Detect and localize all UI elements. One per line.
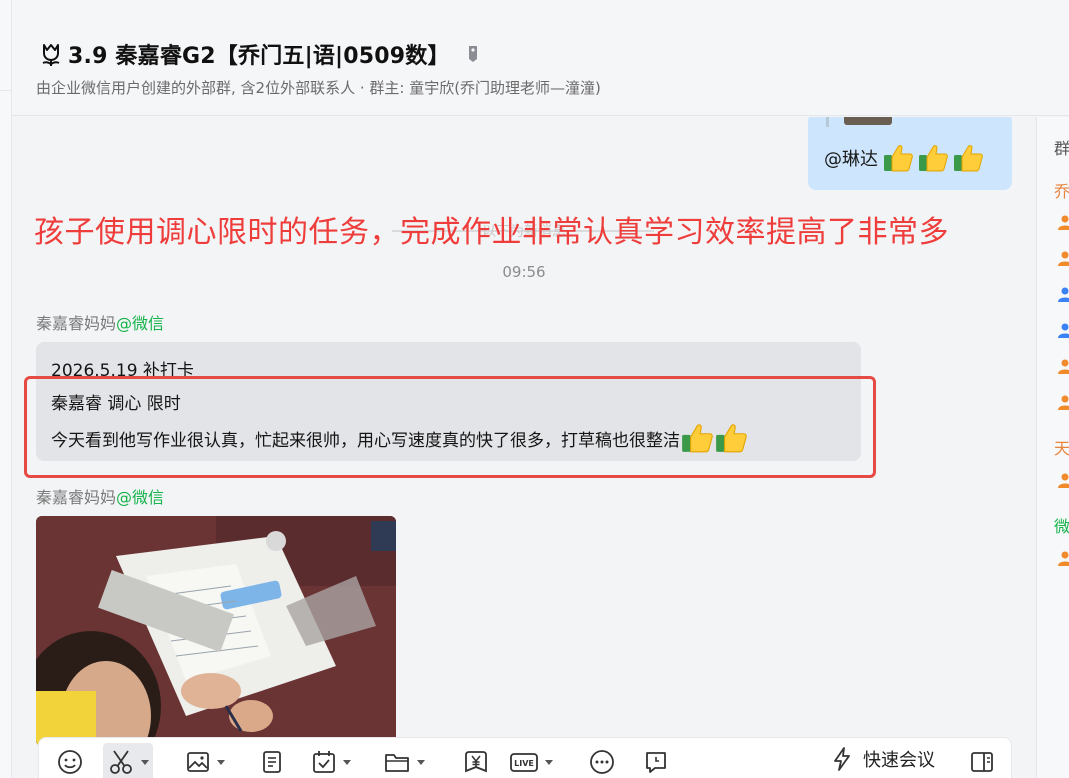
image-button[interactable]	[185, 743, 225, 778]
person-icon[interactable]	[1057, 214, 1069, 230]
chevron-down-icon[interactable]	[217, 759, 225, 765]
sender-name: 秦嘉睿妈妈	[36, 314, 117, 333]
member-panel-title: 群	[1054, 139, 1069, 158]
chevron-down-icon[interactable]	[545, 759, 553, 765]
chevron-down-icon[interactable]	[417, 759, 425, 765]
message-list[interactable]: @琳达 以下为新消息 孩子使用调心限时的任务，完成作业非常认真学习效率提高了非常…	[12, 117, 1036, 778]
person-icon[interactable]	[1057, 322, 1069, 338]
message-photo[interactable]	[36, 516, 396, 746]
red-packet-button[interactable]	[463, 743, 489, 778]
quote-bar	[826, 117, 829, 127]
chat-header: 3.9 秦嘉睿G2【乔门五|语|0509数】 由企业微信用户创建的外部群, 含2…	[12, 0, 1069, 116]
scissors-icon	[110, 750, 132, 774]
side-panel-toggle-button[interactable]	[969, 743, 995, 778]
member-group-label: 天	[1054, 439, 1069, 458]
chat-subtitle: 由企业微信用户创建的外部群, 含2位外部联系人 · 群主: 童宇欣(乔门助理老师…	[36, 79, 601, 97]
person-icon[interactable]	[1057, 394, 1069, 410]
chevron-down-icon[interactable]	[343, 759, 351, 765]
tulip-icon	[36, 39, 66, 69]
sender-name: 秦嘉睿妈妈	[36, 488, 117, 507]
emoji-button[interactable]	[57, 743, 83, 778]
quoted-image-thumbnail[interactable]	[844, 117, 892, 125]
clock-chat-icon	[646, 752, 666, 773]
svg-text:LIVE: LIVE	[514, 759, 534, 768]
left-sidebar-edge	[0, 0, 12, 778]
thumbs-up-icon	[919, 145, 948, 172]
member-group-label: 乔	[1054, 182, 1069, 201]
schedule-button[interactable]	[643, 743, 669, 778]
calendar-check-icon	[313, 751, 335, 773]
chat-title: 3.9 秦嘉睿G2【乔门五|语|0509数】	[68, 44, 450, 69]
quick-meeting-label: 快速会议	[863, 750, 935, 771]
quick-meeting-button[interactable]: 快速会议	[829, 746, 935, 772]
live-button[interactable]: LIVE	[509, 743, 553, 778]
screenshot-button[interactable]	[103, 743, 153, 778]
calendar-button[interactable]	[311, 743, 351, 778]
message-sender[interactable]: 秦嘉睿妈妈@微信	[36, 310, 164, 334]
document-icon	[263, 751, 281, 773]
folder-button[interactable]	[383, 743, 425, 778]
input-toolbar: LIVE 快速会议	[38, 737, 1012, 778]
sender-source: @微信	[116, 314, 165, 333]
member-group-label: 微	[1054, 517, 1069, 536]
folder-icon	[385, 754, 409, 772]
yuan-icon	[465, 751, 487, 773]
live-icon: LIVE	[510, 753, 538, 772]
person-icon[interactable]	[1057, 358, 1069, 374]
red-highlight-box	[24, 376, 876, 478]
sender-source: @微信	[116, 488, 165, 507]
tag-icon[interactable]	[464, 45, 482, 63]
emoji-icon	[58, 750, 82, 774]
message-sender[interactable]: 秦嘉睿妈妈@微信	[36, 484, 164, 508]
self-message-bubble[interactable]: @琳达	[808, 117, 1012, 190]
self-message-text: @琳达	[824, 143, 987, 173]
lightning-icon	[834, 747, 850, 771]
message-timestamp: 09:56	[502, 263, 546, 281]
thumbs-up-icon	[884, 145, 913, 172]
member-panel: 群 乔 天 微	[1036, 117, 1069, 778]
person-icon[interactable]	[1057, 250, 1069, 266]
chevron-down-icon[interactable]	[141, 759, 149, 765]
more-button[interactable]	[589, 743, 615, 778]
more-icon	[590, 750, 614, 774]
red-annotation-text: 孩子使用调心限时的任务，完成作业非常认真学习效率提高了非常多	[34, 215, 949, 250]
image-icon	[187, 752, 209, 772]
mention-text: @琳达	[824, 149, 878, 170]
thumbs-up-icon	[954, 145, 983, 172]
thumbs-up-emojis	[882, 143, 987, 173]
panel-icon	[971, 752, 993, 772]
person-icon[interactable]	[1057, 472, 1069, 488]
document-button[interactable]	[259, 743, 285, 778]
person-icon[interactable]	[1057, 286, 1069, 302]
person-icon[interactable]	[1057, 550, 1069, 566]
title-row: 3.9 秦嘉睿G2【乔门五|语|0509数】	[36, 38, 482, 70]
